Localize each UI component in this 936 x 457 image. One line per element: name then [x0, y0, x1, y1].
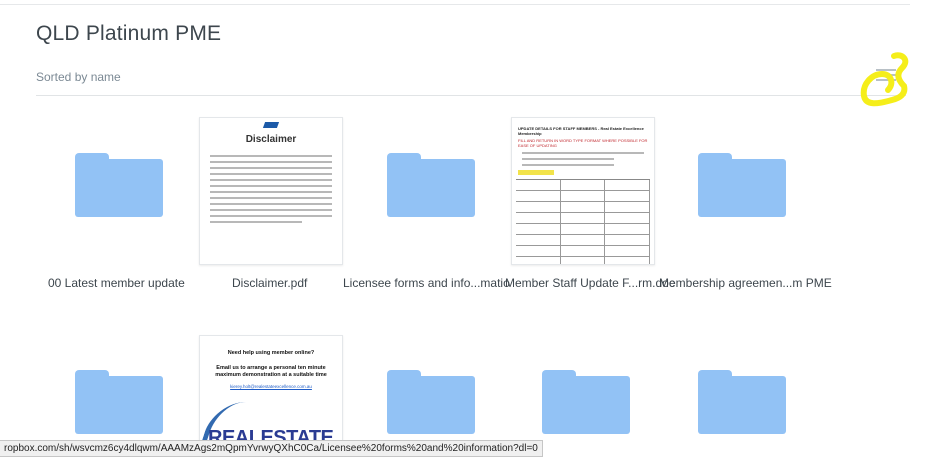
pdf-thumbnail[interactable]: Disclaimer: [199, 117, 343, 265]
logo-icon: [262, 122, 280, 128]
file-name[interactable]: Licensee forms and info...matio: [343, 276, 510, 290]
thumbnail-heading: Need help using member online?: [227, 350, 315, 356]
file-name[interactable]: Member Staff Update F...rm.doc: [505, 276, 675, 290]
header-divider: [36, 95, 906, 96]
file-name[interactable]: Disclaimer.pdf: [232, 276, 307, 290]
thumbnail-title: Disclaimer: [245, 134, 297, 145]
thumbnail-subheading: FILL AND RETURN IN WORD TYPE FORMAT WHER…: [518, 138, 648, 148]
form-table: [516, 179, 651, 264]
folder-icon[interactable]: [387, 370, 475, 434]
folder-icon[interactable]: [698, 153, 786, 217]
doc-thumbnail[interactable]: UPDATE DETAILS FOR STAFF MEMBERS - Real …: [511, 117, 655, 265]
page-title: QLD Platinum PME: [36, 22, 222, 45]
folder-icon[interactable]: [542, 370, 630, 434]
thumbnail-email: kierey.holt@realestateexcellence.com.au: [230, 384, 312, 389]
image-thumbnail[interactable]: Need help using member online? Email us …: [199, 335, 343, 449]
folder-icon[interactable]: [75, 370, 163, 434]
thumbnail-heading: UPDATE DETAILS FOR STAFF MEMBERS - Real …: [518, 126, 644, 136]
folder-icon[interactable]: [698, 370, 786, 434]
top-divider: [0, 4, 910, 5]
sort-dropdown[interactable]: Sorted by name: [36, 70, 121, 84]
file-name[interactable]: 00 Latest member update: [48, 276, 185, 290]
thumbnail-body: Email us to arrange a personal ten minut…: [215, 365, 327, 378]
folder-icon[interactable]: [75, 153, 163, 217]
link-preview-statusbar: ropbox.com/sh/wsvcmz6cy4dlqwm/AAAMzAgs2m…: [0, 440, 543, 457]
folder-icon[interactable]: [387, 153, 475, 217]
list-view-icon[interactable]: [876, 66, 896, 84]
file-name[interactable]: Membership agreemen...m PME: [659, 276, 832, 290]
